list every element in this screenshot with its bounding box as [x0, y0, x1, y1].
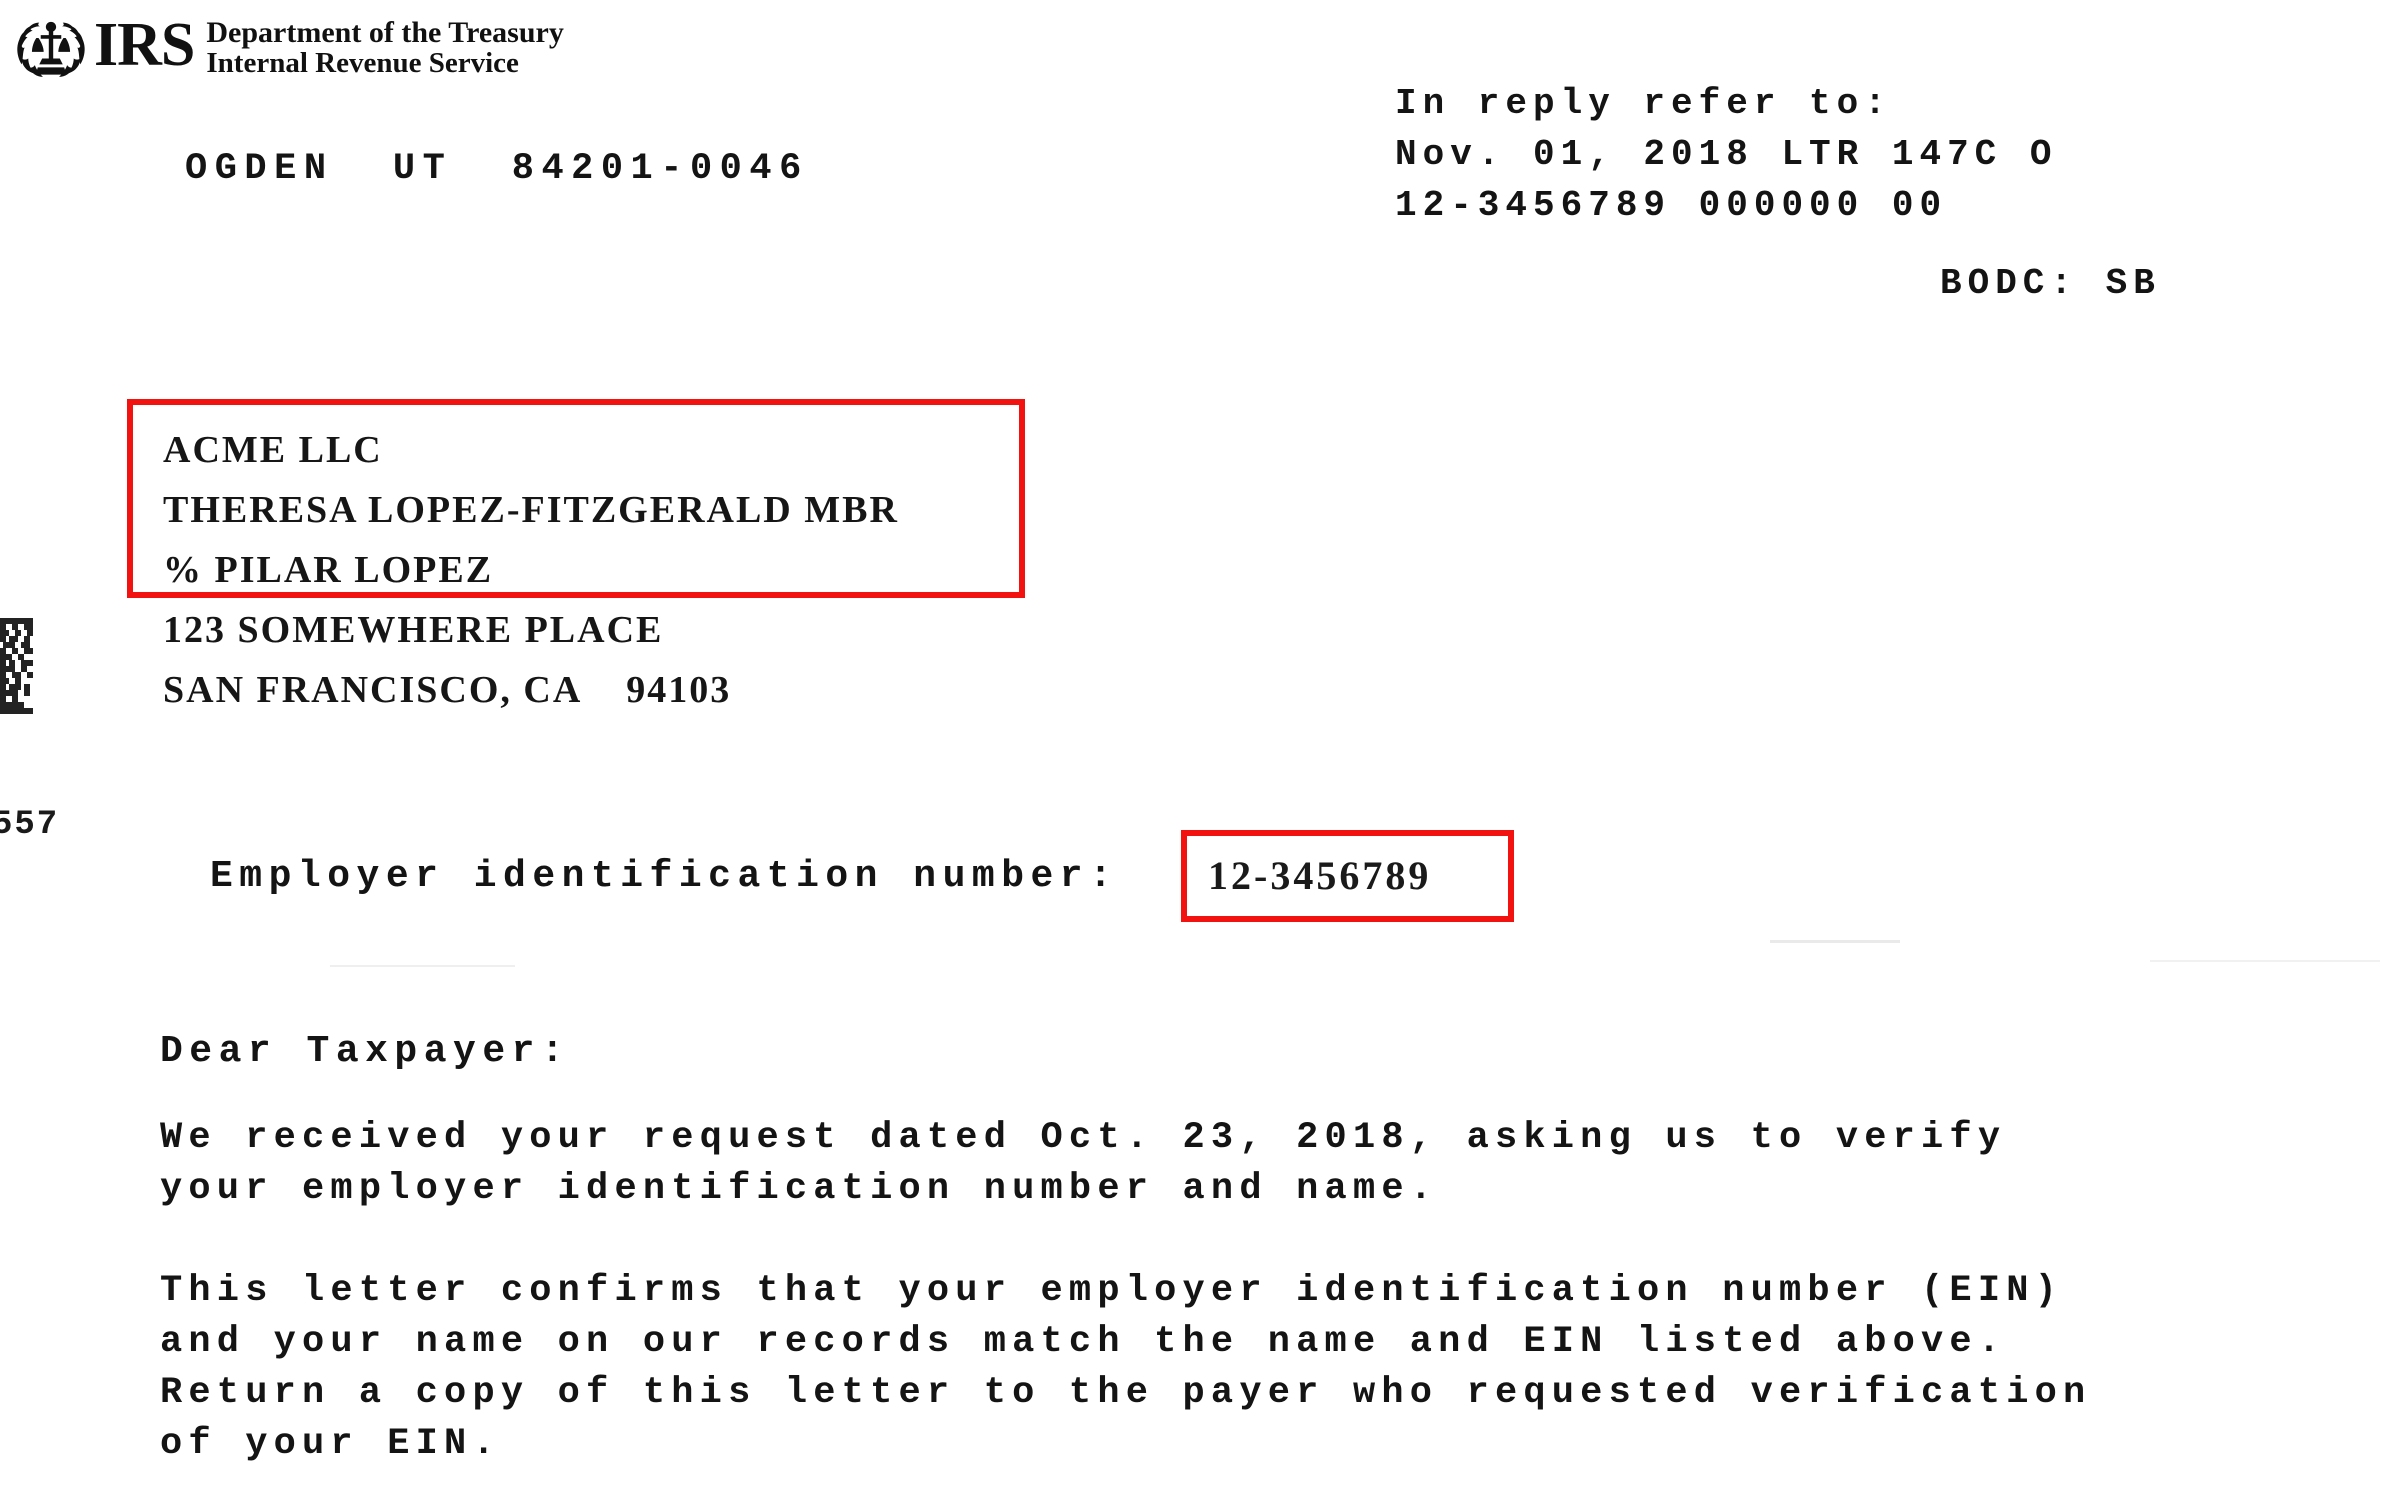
datamatrix-barcode-icon — [0, 618, 33, 714]
addressee-street: 123 SOMEWHERE PLACE — [163, 609, 664, 651]
irs-letter-page: IRS Department of the Treasury Internal … — [0, 0, 2402, 1485]
in-reply-refer-to-heading: In reply refer to: — [1395, 83, 1892, 124]
irs-eagle-seal-icon — [17, 21, 85, 77]
scan-smudge — [1770, 940, 1900, 943]
addressee-member-name: THERESA LOPEZ-FITZGERALD MBR — [163, 489, 899, 531]
mail-routing-code: 557 — [0, 806, 60, 844]
body-paragraph-2-line-4: of your EIN. — [160, 1423, 501, 1465]
irs-wordmark: IRS — [94, 11, 195, 79]
addressee-care-of-name: % PILAR LOPEZ — [163, 549, 494, 591]
addressee-entity-name: ACME LLC — [163, 429, 383, 471]
body-paragraph-2-line-2: and your name on our records match the n… — [160, 1321, 2007, 1363]
body-paragraph-1-line-2: your employer identification number and … — [160, 1168, 1439, 1210]
reference-ein-codes-line: 12-3456789 000000 00 — [1395, 185, 1948, 226]
internal-revenue-service-line: Internal Revenue Service — [206, 47, 519, 79]
addressee-block: ACME LLC THERESA LOPEZ-FITZGERALD MBR % … — [163, 420, 899, 720]
treasury-dept-line: Department of the Treasury — [206, 16, 564, 49]
in-reply-refer-to-block: In reply refer to: Nov. 01, 2018 LTR 147… — [1395, 78, 2057, 231]
bodc-line: BODC: SB — [1940, 263, 2161, 304]
letter-date-and-number-line: Nov. 01, 2018 LTR 147C O — [1395, 134, 2058, 175]
body-paragraph-2: This letter confirms that your employer … — [160, 1266, 2091, 1470]
body-paragraph-2-line-3: Return a copy of this letter to the paye… — [160, 1372, 2092, 1414]
irs-masthead: IRS Department of the Treasury Internal … — [14, 14, 564, 82]
employer-identification-number-value: 12-3456789 — [1208, 853, 1432, 898]
employer-identification-number-label: Employer identification number: — [210, 855, 1119, 898]
scan-smudge — [2150, 960, 2380, 962]
body-paragraph-1: We received your request dated Oct. 23, … — [160, 1113, 2006, 1215]
salutation: Dear Taxpayer: — [160, 1030, 571, 1073]
body-paragraph-2-line-1: This letter confirms that your employer … — [160, 1270, 2064, 1312]
body-paragraph-1-line-1: We received your request dated Oct. 23, … — [160, 1117, 2007, 1159]
irs-office-address-line: OGDEN UT 84201-0046 — [185, 148, 809, 190]
scan-smudge — [330, 965, 515, 967]
irs-department-text: Department of the Treasury Internal Reve… — [206, 17, 563, 79]
addressee-city-state-zip: SAN FRANCISCO, CA 94103 — [163, 669, 732, 711]
